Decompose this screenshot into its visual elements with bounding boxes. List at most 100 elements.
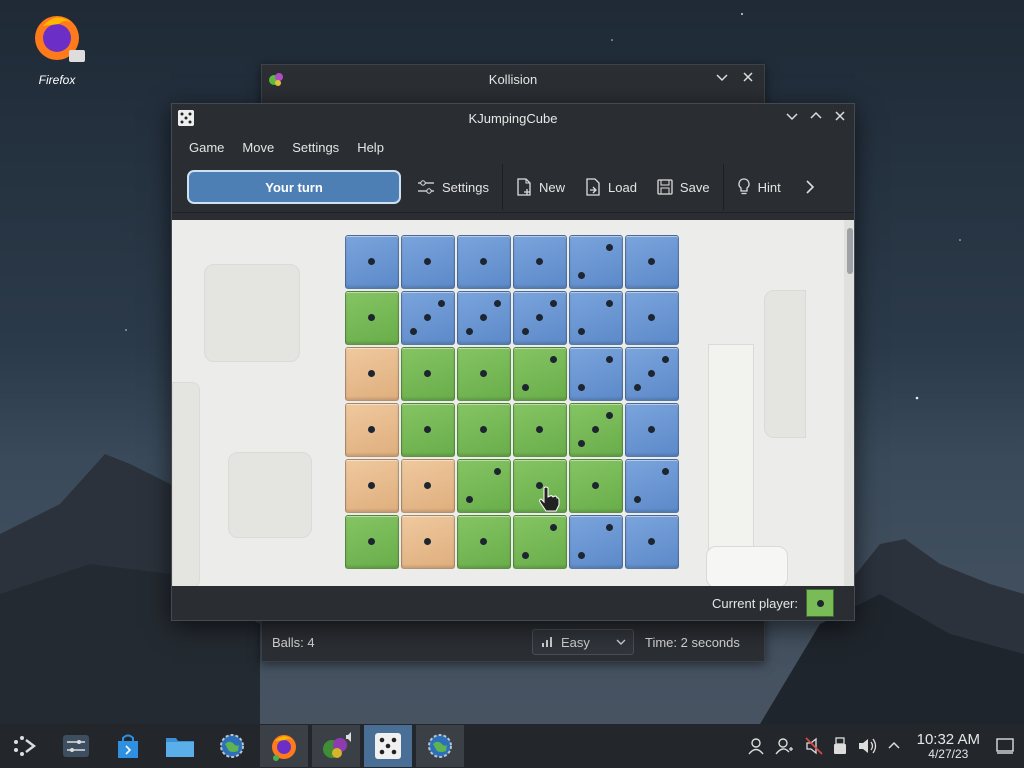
clock[interactable]: 10:32 AM 4/27/23: [917, 732, 980, 760]
minimize-icon[interactable]: [786, 110, 798, 122]
taskbar-firefox[interactable]: [260, 725, 308, 767]
firefox-icon: [35, 16, 85, 62]
audio-muted-icon[interactable]: [805, 737, 823, 755]
usb-device-icon[interactable]: [833, 737, 847, 755]
cube-pip: [648, 314, 655, 321]
new-game-button[interactable]: New: [506, 170, 575, 204]
cube-green[interactable]: [457, 403, 511, 457]
close-icon[interactable]: [742, 71, 754, 83]
cube-blue[interactable]: [625, 347, 679, 401]
cube-orange[interactable]: [401, 459, 455, 513]
cube-orange[interactable]: [345, 347, 399, 401]
cube-pip: [550, 356, 557, 363]
turn-indicator-button[interactable]: Your turn: [187, 170, 401, 204]
save-disk-icon: [657, 179, 673, 195]
cube-pip: [480, 258, 487, 265]
save-button[interactable]: Save: [647, 170, 720, 204]
hint-button[interactable]: Hint: [727, 170, 791, 204]
taskbar-system-settings[interactable]: [52, 725, 100, 767]
kjumpingcube-titlebar[interactable]: KJumpingCube: [172, 104, 854, 132]
cube-green[interactable]: [569, 459, 623, 513]
lightbulb-icon: [737, 178, 750, 195]
cube-pip: [578, 384, 585, 391]
cube-blue[interactable]: [513, 291, 567, 345]
menu-game[interactable]: Game: [182, 136, 231, 159]
show-desktop-icon[interactable]: [996, 737, 1014, 755]
load-button[interactable]: Load: [575, 170, 647, 204]
menu-help[interactable]: Help: [350, 136, 391, 159]
cube-pip: [522, 384, 529, 391]
cube-orange[interactable]: [345, 459, 399, 513]
difficulty-select[interactable]: Easy: [532, 629, 634, 655]
minimize-icon[interactable]: [716, 71, 728, 83]
cube-green[interactable]: [513, 515, 567, 569]
cube-pip: [578, 440, 585, 447]
board-decoration: [204, 264, 300, 362]
cube-green[interactable]: [457, 459, 511, 513]
desktop-firefox-shortcut[interactable]: Firefox: [22, 8, 92, 87]
menu-move[interactable]: Move: [235, 136, 281, 159]
cube-green[interactable]: [457, 515, 511, 569]
cube-blue[interactable]: [625, 235, 679, 289]
cube-green[interactable]: [401, 347, 455, 401]
cube-blue[interactable]: [401, 291, 455, 345]
vertical-scrollbar[interactable]: [844, 220, 854, 586]
save-label: Save: [679, 179, 710, 195]
maximize-icon[interactable]: [810, 110, 822, 122]
chevron-up-icon[interactable]: [887, 737, 901, 755]
cube-blue[interactable]: [457, 235, 511, 289]
cube-blue[interactable]: [569, 347, 623, 401]
toolbar-overflow-chevron-icon[interactable]: [805, 179, 815, 195]
close-icon[interactable]: [834, 110, 846, 122]
cube-green[interactable]: [401, 403, 455, 457]
cube-blue[interactable]: [457, 291, 511, 345]
board-decoration: [764, 290, 806, 438]
cube-orange[interactable]: [345, 403, 399, 457]
taskbar-globe[interactable]: [416, 725, 464, 767]
cube-blue[interactable]: [625, 403, 679, 457]
cube-green[interactable]: [513, 347, 567, 401]
kollision-icon: [323, 732, 351, 758]
difficulty-value: Easy: [561, 634, 590, 650]
cube-blue[interactable]: [625, 291, 679, 345]
scrollbar-thumb[interactable]: [847, 228, 853, 274]
cube-orange[interactable]: [401, 515, 455, 569]
cube-green[interactable]: [569, 403, 623, 457]
cube-green[interactable]: [345, 291, 399, 345]
taskbar-kollision[interactable]: [312, 725, 360, 767]
taskbar-file-manager[interactable]: [156, 725, 204, 767]
cube-pip: [648, 538, 655, 545]
taskbar-settings-globe[interactable]: [208, 725, 256, 767]
settings-button[interactable]: Settings: [407, 170, 499, 204]
taskbar-discover[interactable]: [104, 725, 152, 767]
cube-blue[interactable]: [625, 515, 679, 569]
toolbar-separator: [722, 164, 724, 210]
cube-blue[interactable]: [569, 515, 623, 569]
cube-blue[interactable]: [513, 235, 567, 289]
cube-green[interactable]: [345, 515, 399, 569]
volume-icon[interactable]: [857, 737, 877, 755]
cube-pip: [494, 468, 501, 475]
cube-pip: [424, 426, 431, 433]
cube-blue[interactable]: [401, 235, 455, 289]
user-icon[interactable]: [747, 737, 765, 755]
cube-pip: [368, 258, 375, 265]
hint-label: Hint: [757, 179, 781, 195]
kollision-titlebar[interactable]: Kollision: [262, 65, 764, 93]
cube-pip: [648, 370, 655, 377]
cube-pip: [368, 426, 375, 433]
cube-blue[interactable]: [625, 459, 679, 513]
cube-blue[interactable]: [345, 235, 399, 289]
cube-blue[interactable]: [569, 291, 623, 345]
menubar: Game Move Settings Help: [172, 132, 854, 162]
taskbar-kjumpingcube[interactable]: [364, 725, 412, 767]
cube-green[interactable]: [457, 347, 511, 401]
cube-pip: [438, 300, 445, 307]
menu-settings[interactable]: Settings: [285, 136, 346, 159]
kjumpingcube-window[interactable]: KJumpingCube Game Move Settings Help You…: [171, 103, 855, 621]
discover-icon: [118, 734, 138, 758]
user-switch-icon[interactable]: [775, 737, 795, 755]
cube-green[interactable]: [513, 403, 567, 457]
cube-blue[interactable]: [569, 235, 623, 289]
application-launcher[interactable]: [0, 725, 48, 767]
